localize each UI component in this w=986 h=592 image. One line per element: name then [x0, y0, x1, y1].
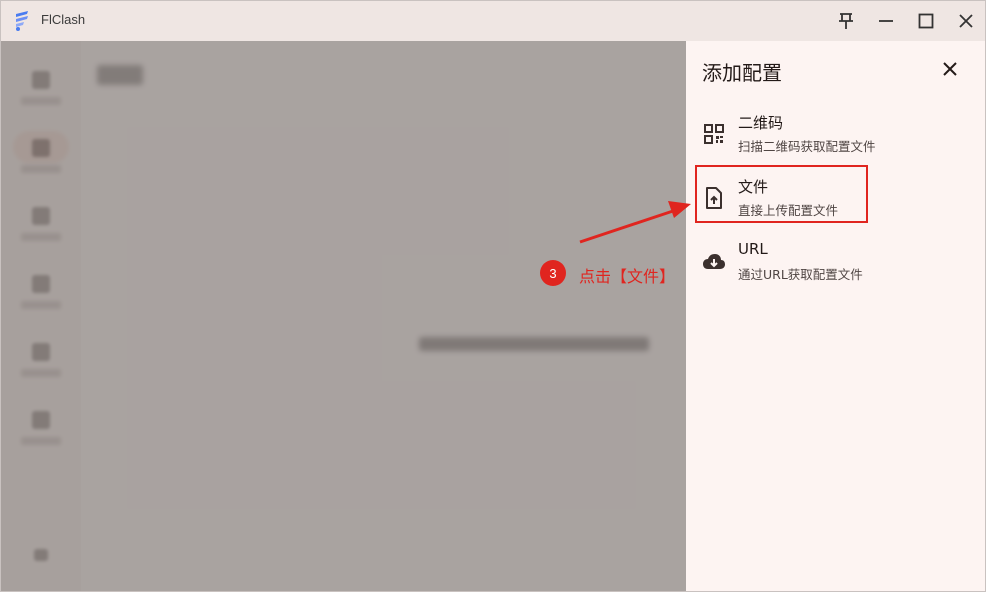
option-title: URL [738, 240, 768, 258]
annotation-highlight-box [695, 165, 868, 223]
app-logo-icon [16, 11, 28, 31]
cloud-download-icon [702, 250, 726, 274]
option-url[interactable]: URL 通过URL获取配置文件 [686, 234, 985, 290]
title-bar[interactable]: FlClash [1, 1, 985, 41]
pin-icon [839, 13, 853, 29]
annotation-step-text: 点击【文件】 [579, 267, 676, 286]
window-close-button[interactable] [954, 9, 978, 33]
option-qr-code[interactable]: 二维码 扫描二维码获取配置文件 [686, 106, 985, 162]
option-subtitle: 通过URL获取配置文件 [738, 267, 863, 282]
minimize-icon [879, 20, 893, 22]
qr-code-icon [702, 122, 726, 146]
option-subtitle: 扫描二维码获取配置文件 [738, 139, 876, 154]
app-window: FlClash 添加配置 二维码 扫描二维码获取配置文件 文件 直接上传配置文件… [0, 0, 986, 592]
maximize-icon [918, 13, 934, 29]
add-profile-sheet: 添加配置 二维码 扫描二维码获取配置文件 文件 直接上传配置文件 URL 通过U… [686, 41, 985, 591]
close-icon [943, 62, 957, 76]
maximize-button[interactable] [914, 9, 938, 33]
modal-scrim[interactable] [1, 41, 686, 591]
pin-button[interactable] [834, 9, 858, 33]
sheet-close-button[interactable] [938, 57, 962, 81]
background-app [1, 41, 686, 591]
sheet-title: 添加配置 [702, 61, 782, 85]
annotation-step-badge: 3 [540, 260, 566, 286]
option-title: 二维码 [738, 114, 784, 132]
minimize-button[interactable] [874, 9, 898, 33]
app-title: FlClash [41, 12, 86, 27]
close-icon [959, 14, 973, 28]
